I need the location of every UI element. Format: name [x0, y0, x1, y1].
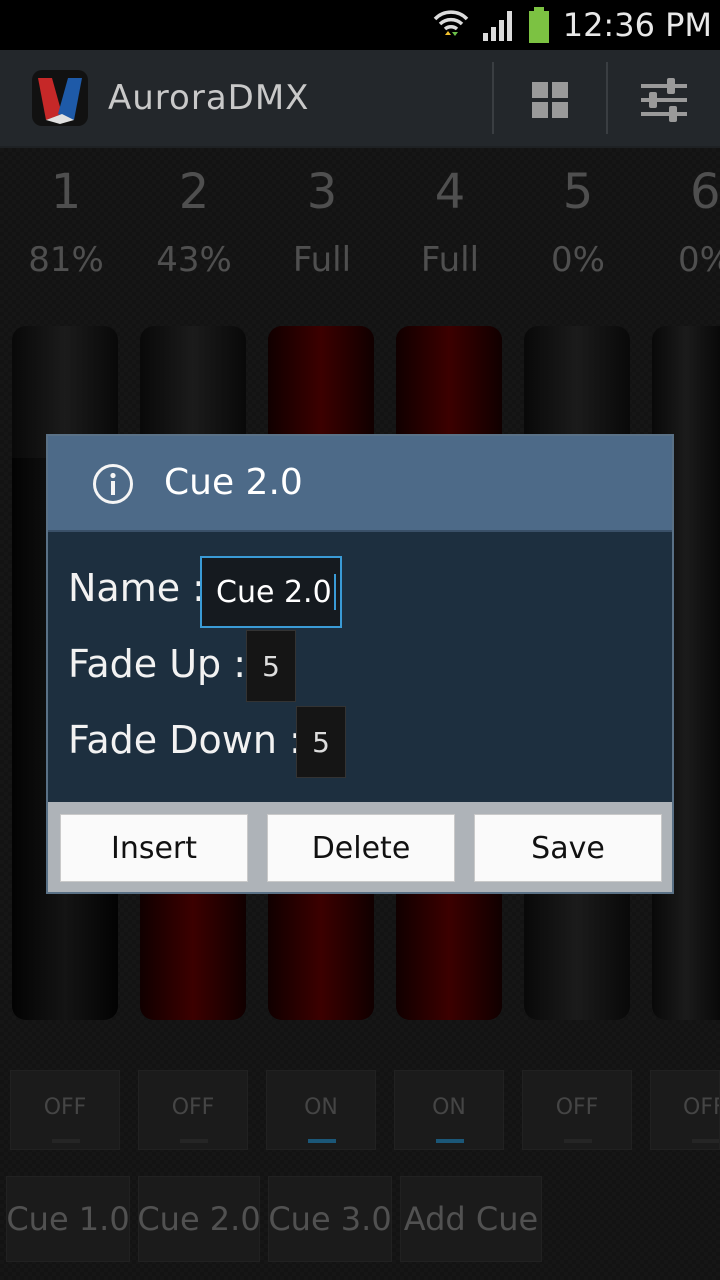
insert-button[interactable]: Insert [60, 814, 248, 882]
app-title: AuroraDMX [108, 78, 310, 118]
delete-button[interactable]: Delete [267, 814, 455, 882]
fade-up-label: Fade Up : [68, 642, 247, 686]
signal-icon [481, 7, 517, 43]
action-bar-divider [492, 62, 494, 134]
fade-down-label: Fade Down : [68, 718, 302, 762]
dialog-title: Cue 2.0 [164, 462, 303, 503]
status-bar: 12:36 PM [0, 0, 720, 50]
action-bar: AuroraDMX [0, 50, 720, 148]
grid-view-button[interactable] [522, 72, 578, 128]
settings-button[interactable] [636, 72, 692, 128]
grid-icon [532, 82, 568, 118]
name-input[interactable]: Cue 2.0 [200, 556, 342, 628]
info-icon [92, 463, 134, 505]
dialog-button-bar: Insert Delete Save [48, 802, 672, 892]
fade-down-input[interactable]: 5 [296, 706, 346, 778]
wifi-icon [431, 5, 471, 45]
save-button[interactable]: Save [474, 814, 662, 882]
fade-up-input[interactable]: 5 [246, 630, 296, 702]
action-bar-divider [606, 62, 608, 134]
cue-dialog: Cue 2.0 Name : Cue 2.0 Fade Up : 5 Fade … [46, 434, 674, 894]
name-input-value: Cue 2.0 [216, 574, 332, 610]
battery-icon [527, 5, 551, 45]
name-label: Name : [68, 566, 205, 610]
sliders-icon [641, 78, 687, 122]
dialog-header: Cue 2.0 [48, 436, 672, 532]
status-time: 12:36 PM [562, 6, 712, 44]
app-logo-icon [32, 70, 88, 126]
text-cursor [333, 574, 336, 610]
